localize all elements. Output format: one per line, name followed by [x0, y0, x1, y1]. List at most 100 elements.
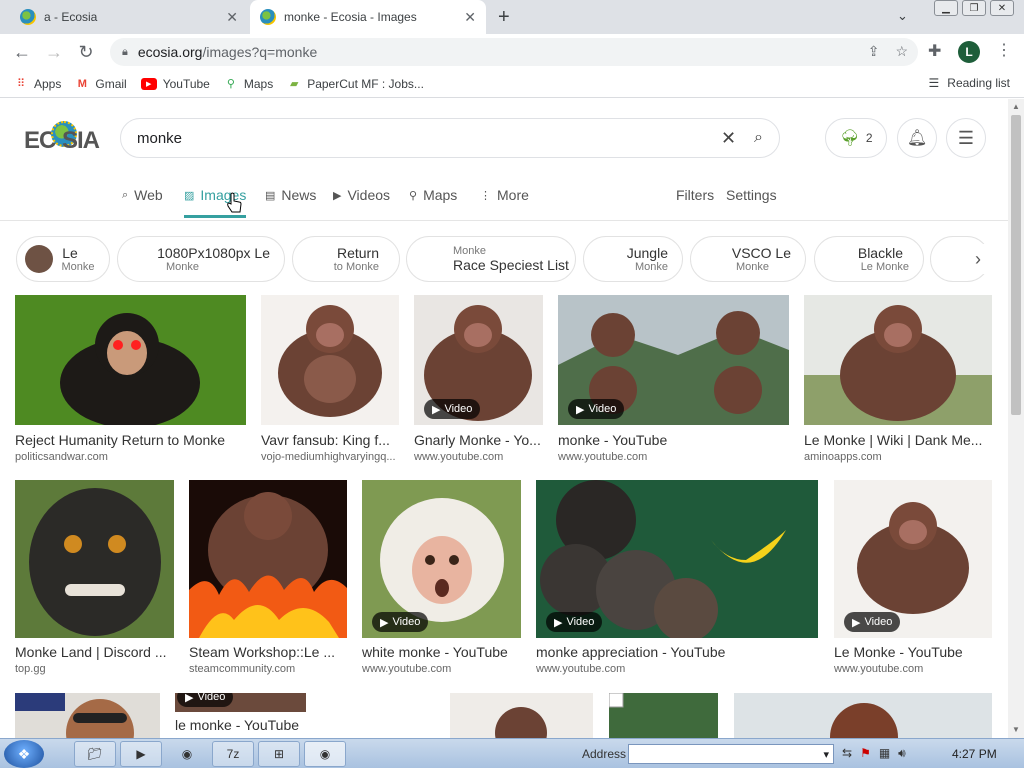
- result-thumbnail[interactable]: [15, 480, 174, 638]
- ecosia-logo[interactable]: EC SIA: [24, 113, 100, 163]
- result-thumbnail[interactable]: ▶ Video: [834, 480, 992, 638]
- dropdown-arrow-icon[interactable]: ▾: [823, 748, 829, 761]
- result-thumbnail[interactable]: [189, 480, 347, 638]
- network-icon[interactable]: ▦: [879, 746, 890, 761]
- bookmark-gmail[interactable]: M Gmail: [75, 77, 127, 91]
- tab-close-icon[interactable]: ✕: [226, 9, 238, 26]
- tab-videos[interactable]: ▶ Videos: [333, 187, 390, 203]
- image-result[interactable]: ▶ Video Le Monke - YouTube www.youtube.co…: [834, 480, 992, 677]
- scroll-up-icon[interactable]: ▲: [1012, 102, 1020, 111]
- result-thumbnail[interactable]: [804, 295, 992, 425]
- tab-news[interactable]: ▤ News: [265, 187, 316, 203]
- result-thumbnail[interactable]: ▶ Video: [175, 693, 306, 712]
- extensions-puzzle-icon[interactable]: ✚: [928, 41, 941, 61]
- scrollbar-thumb[interactable]: [1011, 115, 1021, 415]
- image-result[interactable]: ▶ Video monke appreciation - YouTube www.…: [536, 480, 818, 677]
- share-icon[interactable]: ⇪: [868, 43, 880, 60]
- restore-icon[interactable]: ❐: [962, 0, 986, 16]
- bookmark-apps[interactable]: ⠿ Apps: [14, 77, 61, 91]
- bookmark-maps[interactable]: ⚲ Maps: [224, 77, 273, 91]
- image-result[interactable]: Reject Humanity Return to Monke politics…: [15, 295, 246, 465]
- result-thumbnail[interactable]: ▶ Video: [536, 480, 818, 638]
- chip-vsco-le-monke[interactable]: VSCO Le Monke: [690, 236, 806, 282]
- scroll-down-icon[interactable]: ▼: [1012, 725, 1020, 734]
- bookmark-youtube[interactable]: ▶ YouTube: [140, 77, 210, 91]
- tab-more[interactable]: ⋮ More: [480, 187, 529, 203]
- go-arrows-icon[interactable]: ⇆: [842, 746, 852, 761]
- image-result[interactable]: Vavr fansub: King f... vojo-mediumhighva…: [261, 295, 399, 465]
- hamburger-menu-icon[interactable]: ☰: [946, 118, 986, 158]
- result-caption[interactable]: monke appreciation - YouTube: [536, 644, 818, 660]
- result-caption[interactable]: Reject Humanity Return to Monke: [15, 432, 246, 448]
- tab-monke-images[interactable]: monke - Ecosia - Images ✕: [250, 0, 486, 34]
- result-caption[interactable]: Le Monke | Wiki | Dank Me...: [804, 432, 992, 448]
- address-toolbar-input[interactable]: ▾: [628, 744, 834, 764]
- 7zip-icon[interactable]: 7z: [212, 741, 254, 767]
- image-result[interactable]: ▶ Video Gnarly Monke - Yo... www.youtube.…: [414, 295, 543, 465]
- search-input[interactable]: monke ✕ ⌕: [120, 118, 780, 158]
- result-caption[interactable]: Steam Workshop::Le ...: [189, 644, 347, 660]
- chip-le-monke[interactable]: Le Monke: [16, 236, 110, 282]
- window-close-icon[interactable]: ✕: [990, 0, 1014, 16]
- reading-list[interactable]: ☰ Reading list: [929, 76, 1010, 90]
- result-thumbnail[interactable]: [261, 295, 399, 425]
- notifications-bell-icon[interactable]: 🔔︎: [897, 118, 937, 158]
- security-flag-icon[interactable]: ⚑: [860, 746, 871, 761]
- result-thumbnail[interactable]: [609, 693, 718, 738]
- image-result[interactable]: Le Monke | Wiki | Dank Me... aminoapps.c…: [804, 295, 992, 465]
- back-arrow-icon[interactable]: ←: [10, 40, 34, 64]
- bookmark-star-icon[interactable]: ☆: [895, 43, 908, 60]
- clear-icon[interactable]: ✕: [721, 128, 736, 149]
- tab-close-icon[interactable]: ✕: [464, 9, 476, 26]
- result-thumbnail[interactable]: [450, 693, 593, 738]
- chrome-active-icon[interactable]: ◉: [304, 741, 346, 767]
- chevron-right-icon[interactable]: ›: [960, 244, 996, 274]
- image-result[interactable]: [450, 693, 593, 738]
- chrome-icon[interactable]: ◉: [166, 741, 208, 767]
- result-caption[interactable]: Gnarly Monke - Yo...: [414, 432, 543, 448]
- result-thumbnail[interactable]: ▶ Video: [414, 295, 543, 425]
- profile-avatar[interactable]: L: [958, 41, 980, 63]
- page-scrollbar[interactable]: ▲ ▼: [1008, 99, 1024, 738]
- image-result[interactable]: [734, 693, 992, 738]
- result-caption[interactable]: Monke Land | Discord ...: [15, 644, 174, 660]
- bookmark-papercut[interactable]: ▰ PaperCut MF : Jobs...: [287, 77, 424, 91]
- settings-link[interactable]: Settings: [726, 187, 777, 203]
- result-caption[interactable]: monke - YouTube: [558, 432, 789, 448]
- reload-icon[interactable]: ↻: [74, 40, 98, 64]
- image-result[interactable]: [15, 693, 160, 738]
- remote-desktop-icon[interactable]: ⊞: [258, 741, 300, 767]
- new-tab-icon[interactable]: +: [498, 6, 510, 29]
- chip-1080px-le-monke[interactable]: 1080Px1080px Le Monke: [117, 236, 285, 282]
- forward-arrow-icon[interactable]: →: [42, 40, 66, 64]
- chip-jungle-monke[interactable]: Jungle Monke: [583, 236, 683, 282]
- tree-counter[interactable]: 🌳︎ 2: [825, 118, 887, 158]
- windows-start-icon[interactable]: ❖: [4, 740, 44, 768]
- result-caption[interactable]: Vavr fansub: King f...: [261, 432, 399, 448]
- chip-race-speciest-list[interactable]: Monke Race Speciest List: [406, 236, 576, 282]
- minimize-icon[interactable]: ▁: [934, 0, 958, 16]
- image-result[interactable]: ▶ Video white monke - YouTube www.youtube…: [362, 480, 521, 677]
- image-result[interactable]: Steam Workshop::Le ... steamcommunity.co…: [189, 480, 347, 677]
- result-caption[interactable]: Le Monke - YouTube: [834, 644, 992, 660]
- chip-blackle-le-monke[interactable]: Blackle Le Monke: [814, 236, 924, 282]
- tab-ecosia-a[interactable]: a - Ecosia ✕: [8, 0, 248, 34]
- filters-link[interactable]: Filters: [676, 187, 714, 203]
- result-thumbnail[interactable]: ▶ Video: [558, 295, 789, 425]
- image-result[interactable]: [609, 693, 718, 738]
- volume-icon[interactable]: 🔊︎: [898, 746, 906, 761]
- chip-return-to-monke[interactable]: Return to Monke: [292, 236, 400, 282]
- address-bar[interactable]: 🔒︎ ecosia.org/images?q=monke ⇪ ☆: [110, 38, 918, 66]
- result-thumbnail[interactable]: ▶ Video: [362, 480, 521, 638]
- image-result[interactable]: Monke Land | Discord ... top.gg: [15, 480, 174, 677]
- tab-web[interactable]: ⌕ Web: [122, 187, 163, 203]
- result-thumbnail[interactable]: [15, 693, 160, 738]
- browser-menu-icon[interactable]: ⋮: [996, 40, 1012, 60]
- tab-search-chevron-icon[interactable]: ⌄: [897, 8, 908, 24]
- result-thumbnail[interactable]: [734, 693, 992, 738]
- result-caption[interactable]: le monke - YouTube: [175, 717, 315, 733]
- taskbar-clock[interactable]: 4:27 PM: [952, 747, 997, 761]
- file-explorer-icon[interactable]: 📁︎: [74, 741, 116, 767]
- media-player-icon[interactable]: ▶: [120, 741, 162, 767]
- result-caption[interactable]: white monke - YouTube: [362, 644, 521, 660]
